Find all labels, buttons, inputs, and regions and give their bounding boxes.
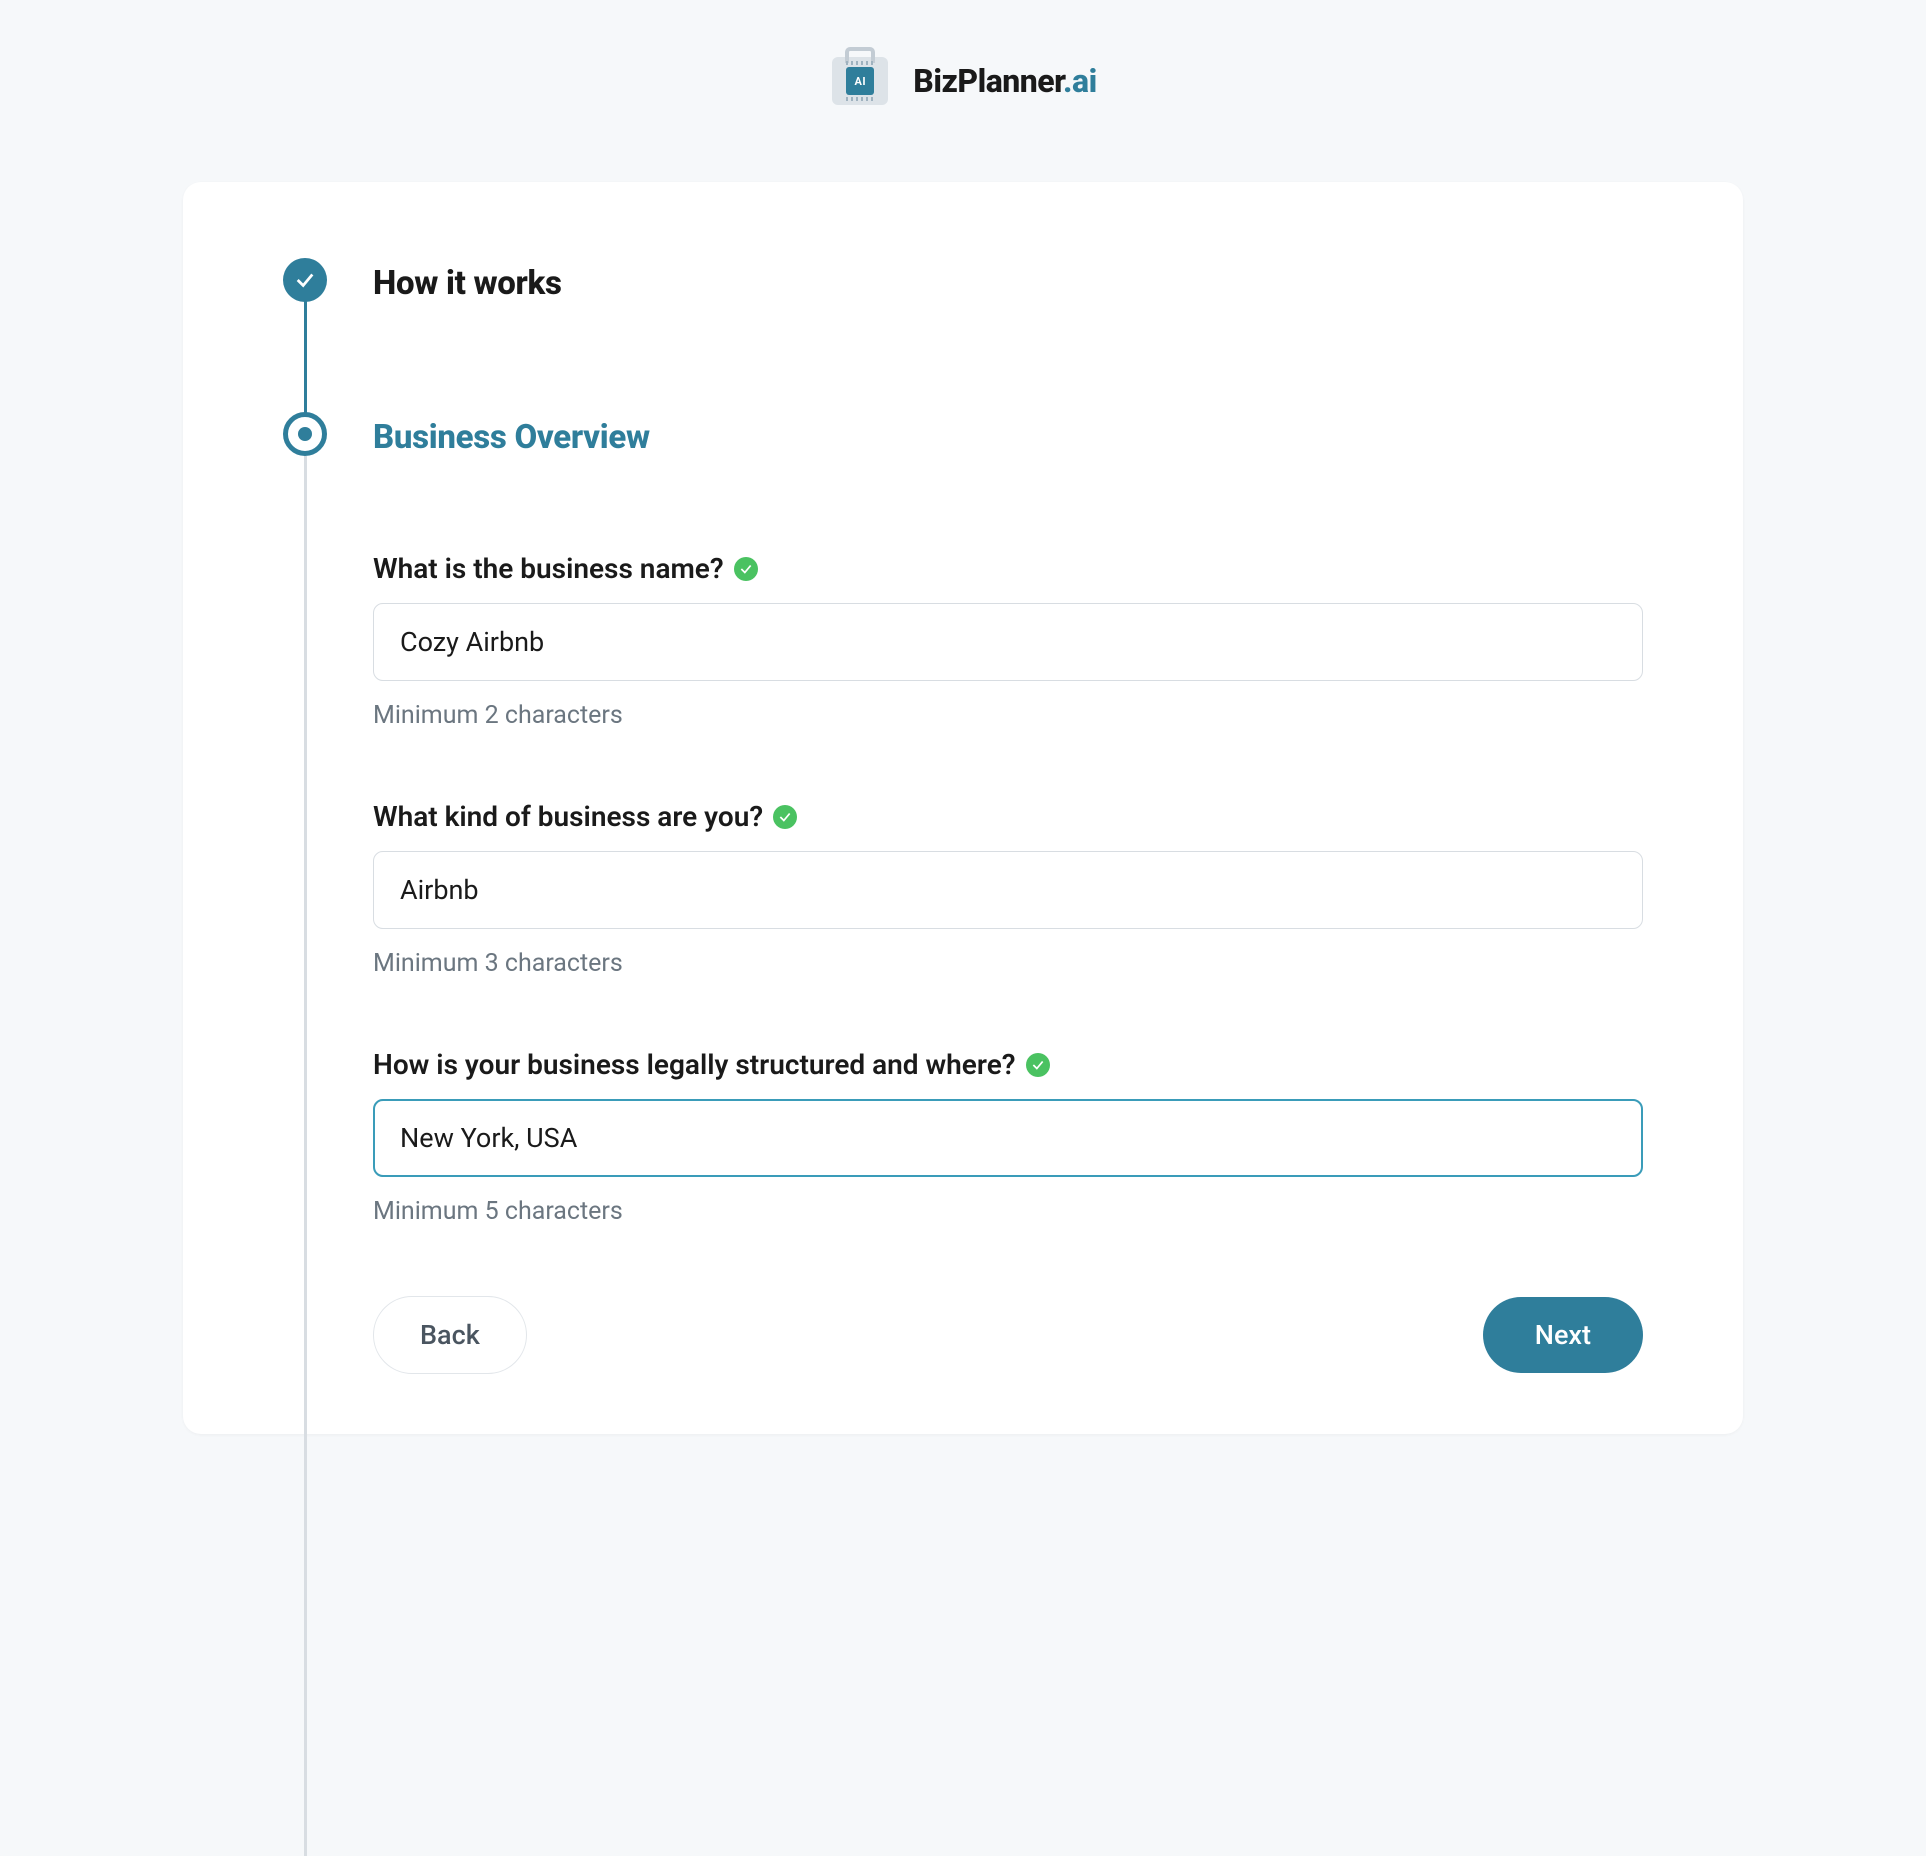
brand-name-suffix: .ai [1063,62,1097,100]
check-icon [294,269,316,291]
input-legal-structure[interactable] [373,1099,1643,1177]
step-how-it-works: How it works [283,264,1643,418]
step-title-business-overview: Business Overview [373,418,1643,457]
label-legal-structure: How is your business legally structured … [373,1048,1016,1081]
hint-legal-structure: Minimum 5 characters [373,1197,1643,1226]
next-button[interactable]: Next [1483,1297,1643,1373]
field-business-kind: What kind of business are you? Minimum 3… [373,800,1643,978]
brand-name-main: BizPlanner [913,62,1063,100]
step-title-how-it-works: How it works [373,264,1643,303]
brand-name: BizPlanner.ai [913,62,1096,100]
input-business-kind[interactable] [373,851,1643,929]
header: AI BizPlanner.ai [0,0,1926,182]
ai-chip-icon: AI [846,67,874,95]
wizard-card: How it works Business Overview What is t… [183,182,1743,1434]
hint-business-kind: Minimum 3 characters [373,949,1643,978]
form-actions: Back Next [373,1296,1643,1374]
business-overview-form: What is the business name? Minimum 2 cha… [373,457,1643,1374]
input-business-name[interactable] [373,603,1643,681]
step-marker-completed [283,258,327,302]
valid-check-icon [773,805,797,829]
timeline-connector-pending [304,456,307,1856]
step-business-overview: Business Overview What is the business n… [283,418,1643,1374]
hint-business-name: Minimum 2 characters [373,701,1643,730]
field-business-name: What is the business name? Minimum 2 cha… [373,552,1643,730]
timeline-connector [304,296,307,424]
wizard-timeline: How it works Business Overview What is t… [283,264,1643,1374]
back-button[interactable]: Back [373,1296,527,1374]
step-marker-current [283,412,327,456]
label-business-kind: What kind of business are you? [373,800,763,833]
field-legal-structure: How is your business legally structured … [373,1048,1643,1226]
valid-check-icon [734,557,758,581]
logo-icon: AI [829,50,891,112]
valid-check-icon [1026,1053,1050,1077]
label-business-name: What is the business name? [373,552,724,585]
